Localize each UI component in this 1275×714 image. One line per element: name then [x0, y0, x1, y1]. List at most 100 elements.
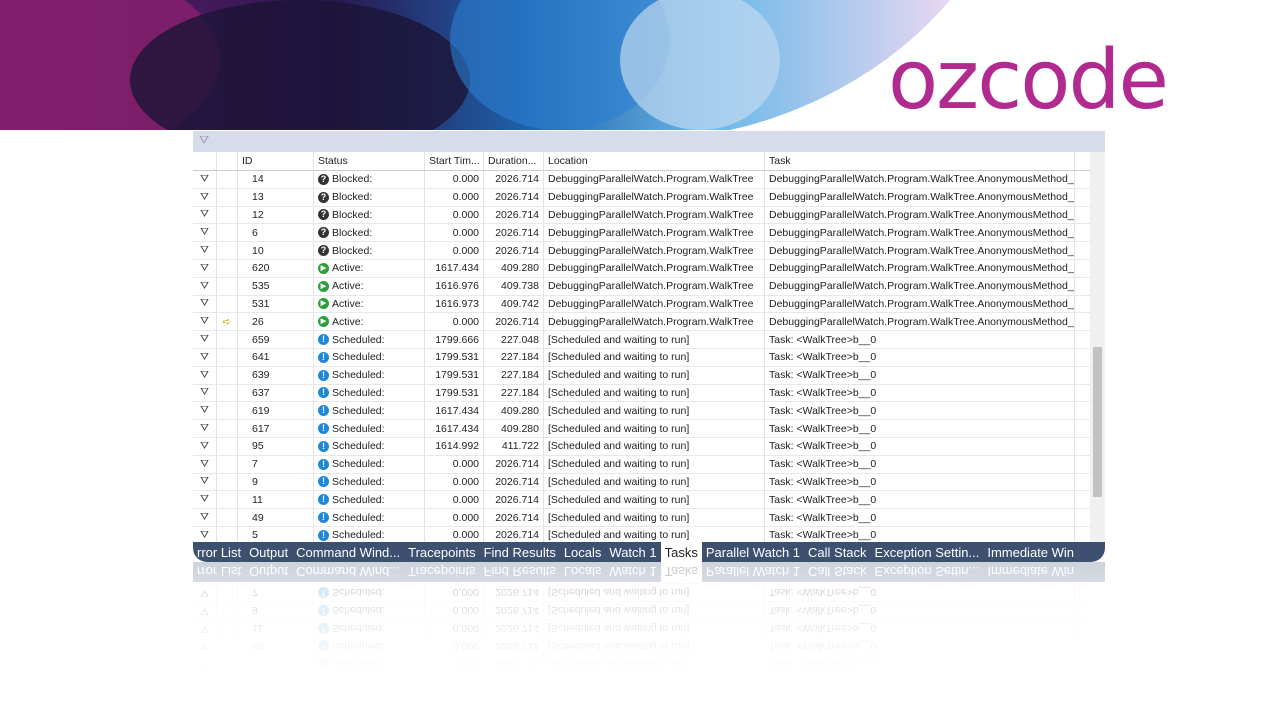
table-row[interactable]: ⛛ 531 ▶ Active: 1616.973 409.742 DebuggingPara… — [193, 295, 1090, 314]
table-row[interactable]: ⛛ 639! Scheduled: 1799.531 227.184 [Scheduled… — [193, 366, 1090, 385]
flag-icon[interactable]: ⛛ — [193, 402, 217, 420]
task-name: DebuggingParallelWatch.Program.WalkTree.… — [765, 188, 1075, 206]
tab-exception-settin[interactable]: Exception Settin... — [871, 565, 984, 580]
tab-tasks[interactable]: Tasks — [660, 562, 702, 582]
tab-locals[interactable]: Locals — [560, 565, 606, 580]
tab-rror-list[interactable]: rror List — [193, 565, 245, 580]
tab-call-stack[interactable]: Call Stack — [804, 565, 871, 580]
table-row[interactable]: ⛛ 620 ▶ Active: 1617.434 409.280 DebuggingPara… — [193, 259, 1090, 278]
table-row[interactable]: ⛛ 5! Scheduled: 0.000 2026.714 [Scheduled and… — [193, 654, 1090, 672]
flag-icon[interactable]: ⛛ — [193, 437, 217, 455]
table-row[interactable]: ⛛ 619! Scheduled: 1617.434 409.280 [Scheduled… — [193, 402, 1090, 421]
table-row[interactable]: ⛛ 7! Scheduled: 0.000 2026.714 [Scheduled and… — [193, 455, 1090, 474]
tab-watch-1[interactable]: Watch 1 — [605, 565, 660, 580]
table-row[interactable]: ⛛ 6? Blocked: 0.000 2026.714 DebuggingParalle… — [193, 224, 1090, 243]
flag-icon[interactable]: ⛛ — [193, 601, 217, 619]
table-row[interactable]: ⛛ 7! Scheduled: 0.000 2026.714 [Scheduled and… — [193, 583, 1090, 601]
duration: 409.280 — [484, 420, 544, 437]
table-row[interactable]: ⛛ 535 ▶ Active: 1616.976 409.738 DebuggingPara… — [193, 277, 1090, 296]
flag-icon[interactable]: ⛛ — [193, 366, 217, 384]
table-row[interactable]: ⛛ 14? Blocked: 0.000 2026.714 DebuggingParall… — [193, 171, 1090, 189]
task-status-text: Scheduled: — [332, 511, 385, 524]
flag-icon[interactable]: ⛛ — [193, 384, 217, 402]
table-row[interactable]: ⛛ ➪ 26 ▶ Active: 0.000 2026.714 DebuggingParall… — [193, 313, 1090, 332]
tab-locals[interactable]: Locals — [560, 545, 606, 560]
task-name: DebuggingParallelWatch.Program.WalkTree.… — [765, 206, 1075, 224]
flag-icon[interactable]: ⛛ — [193, 619, 217, 637]
tab-find-results[interactable]: Find Results — [480, 565, 560, 580]
table-row[interactable]: ⛛ 9! Scheduled: 0.000 2026.714 [Scheduled and… — [193, 600, 1090, 619]
flag-icon[interactable]: ⛛ — [193, 313, 217, 331]
table-row[interactable]: ⛛ 49! Scheduled: 0.000 2026.714 [Scheduled an… — [193, 636, 1090, 655]
table-row[interactable]: ⛛ 641! Scheduled: 1799.531 227.184 [Scheduled… — [193, 348, 1090, 367]
column-header-task[interactable]: Task — [765, 152, 1075, 170]
task-name: Task: <WalkTree>b__0 — [765, 584, 1075, 601]
tab-tracepoints[interactable]: Tracepoints — [404, 565, 479, 580]
tab-parallel-watch-1[interactable]: Parallel Watch 1 — [702, 545, 804, 560]
table-row[interactable]: ⛛ 617! Scheduled: 1617.434 409.280 [Scheduled… — [193, 420, 1090, 438]
tab-output[interactable]: Output — [245, 565, 292, 580]
table-row[interactable]: ⛛ 12? Blocked: 0.000 2026.714 DebuggingParall… — [193, 206, 1090, 225]
task-status: ! Scheduled: — [314, 366, 425, 384]
tab-tasks[interactable]: Tasks — [660, 542, 702, 562]
flag-icon[interactable]: ⛛ — [193, 420, 217, 437]
flag-icon[interactable]: ⛛ — [193, 295, 217, 313]
flag-icon[interactable]: ⛛ — [193, 491, 217, 509]
flag-icon[interactable]: ⛛ — [193, 473, 217, 491]
column-header-start-time[interactable]: Start Tim... — [425, 152, 484, 170]
table-row[interactable]: ⛛ 95! Scheduled: 1614.992 411.722 [Scheduled … — [193, 437, 1090, 456]
flag-icon[interactable]: ⛛ — [193, 242, 217, 259]
tab-find-results[interactable]: Find Results — [480, 545, 560, 560]
tab-exception-settin[interactable]: Exception Settin... — [871, 545, 984, 560]
flag-icon[interactable]: ⛛ — [193, 455, 217, 473]
flag-icon[interactable]: ⛛ — [193, 206, 217, 224]
table-row[interactable]: ⛛ 11! Scheduled: 0.000 2026.714 [Scheduled an… — [193, 491, 1090, 510]
tab-command-wind[interactable]: Command Wind... — [292, 565, 404, 580]
scrollbar-thumb[interactable] — [1093, 347, 1102, 497]
tab-watch-1[interactable]: Watch 1 — [605, 545, 660, 560]
table-row[interactable]: ⛛ 637! Scheduled: 1799.531 227.184 [Scheduled… — [193, 384, 1090, 403]
table-row[interactable]: ⛛ 11! Scheduled: 0.000 2026.714 [Scheduled an… — [193, 618, 1090, 637]
filter-icon[interactable]: ⛛ — [199, 133, 209, 148]
start-time-text: 0.000 — [452, 315, 479, 328]
flag-icon[interactable]: ⛛ — [193, 584, 217, 601]
tab-call-stack[interactable]: Call Stack — [804, 545, 871, 560]
tab-immediate-win[interactable]: Immediate Win — [983, 545, 1078, 560]
flag-icon[interactable]: ⛛ — [193, 509, 217, 526]
vertical-scrollbar[interactable] — [1090, 152, 1105, 542]
tab-rror-list[interactable]: rror List — [193, 545, 245, 560]
table-row[interactable]: ⛛ 659! Scheduled: 1799.666 227.048 [Scheduled… — [193, 331, 1090, 349]
start-time-text: 1617.434 — [435, 422, 479, 435]
start-time-text: 0.000 — [452, 458, 479, 471]
table-row[interactable]: ⛛ 10? Blocked: 0.000 2026.714 DebuggingParall… — [193, 242, 1090, 260]
table-row[interactable]: ⛛ 9! Scheduled: 0.000 2026.714 [Scheduled and… — [193, 473, 1090, 492]
flag-icon[interactable]: ⛛ — [193, 637, 217, 655]
start-time: 1799.531 — [425, 348, 484, 366]
current-marker — [217, 171, 238, 188]
column-header-status[interactable]: Status — [314, 152, 425, 170]
flag-icon[interactable]: ⛛ — [193, 331, 217, 348]
flag-icon[interactable]: ⛛ — [193, 655, 217, 672]
flag-icon[interactable]: ⛛ — [193, 188, 217, 206]
flag-icon[interactable]: ⛛ — [193, 277, 217, 295]
current-column-header[interactable] — [217, 152, 238, 170]
tab-output[interactable]: Output — [245, 545, 292, 560]
flag-icon[interactable]: ⛛ — [193, 224, 217, 242]
flag-icon[interactable]: ⛛ — [193, 259, 217, 277]
tab-immediate-win[interactable]: Immediate Win — [983, 565, 1078, 580]
tab-tracepoints[interactable]: Tracepoints — [404, 545, 479, 560]
flag-icon[interactable]: ⛛ — [193, 348, 217, 366]
tab-parallel-watch-1[interactable]: Parallel Watch 1 — [702, 565, 804, 580]
column-header-id[interactable]: ID — [238, 152, 314, 170]
table-row[interactable]: ⛛ 13? Blocked: 0.000 2026.714 DebuggingParall… — [193, 188, 1090, 207]
tab-command-wind[interactable]: Command Wind... — [292, 545, 404, 560]
column-header-duration[interactable]: Duration... — [484, 152, 544, 170]
column-header-location[interactable]: Location — [544, 152, 765, 170]
duration: 2026.714 — [484, 224, 544, 242]
task-status: ! Scheduled: — [314, 384, 425, 402]
start-time: 0.000 — [425, 491, 484, 509]
flag-icon[interactable]: ⛛ — [193, 171, 217, 188]
table-row[interactable]: ⛛ 49! Scheduled: 0.000 2026.714 [Scheduled an… — [193, 509, 1090, 527]
start-time: 1614.992 — [425, 437, 484, 455]
flag-column-header[interactable] — [193, 152, 217, 170]
